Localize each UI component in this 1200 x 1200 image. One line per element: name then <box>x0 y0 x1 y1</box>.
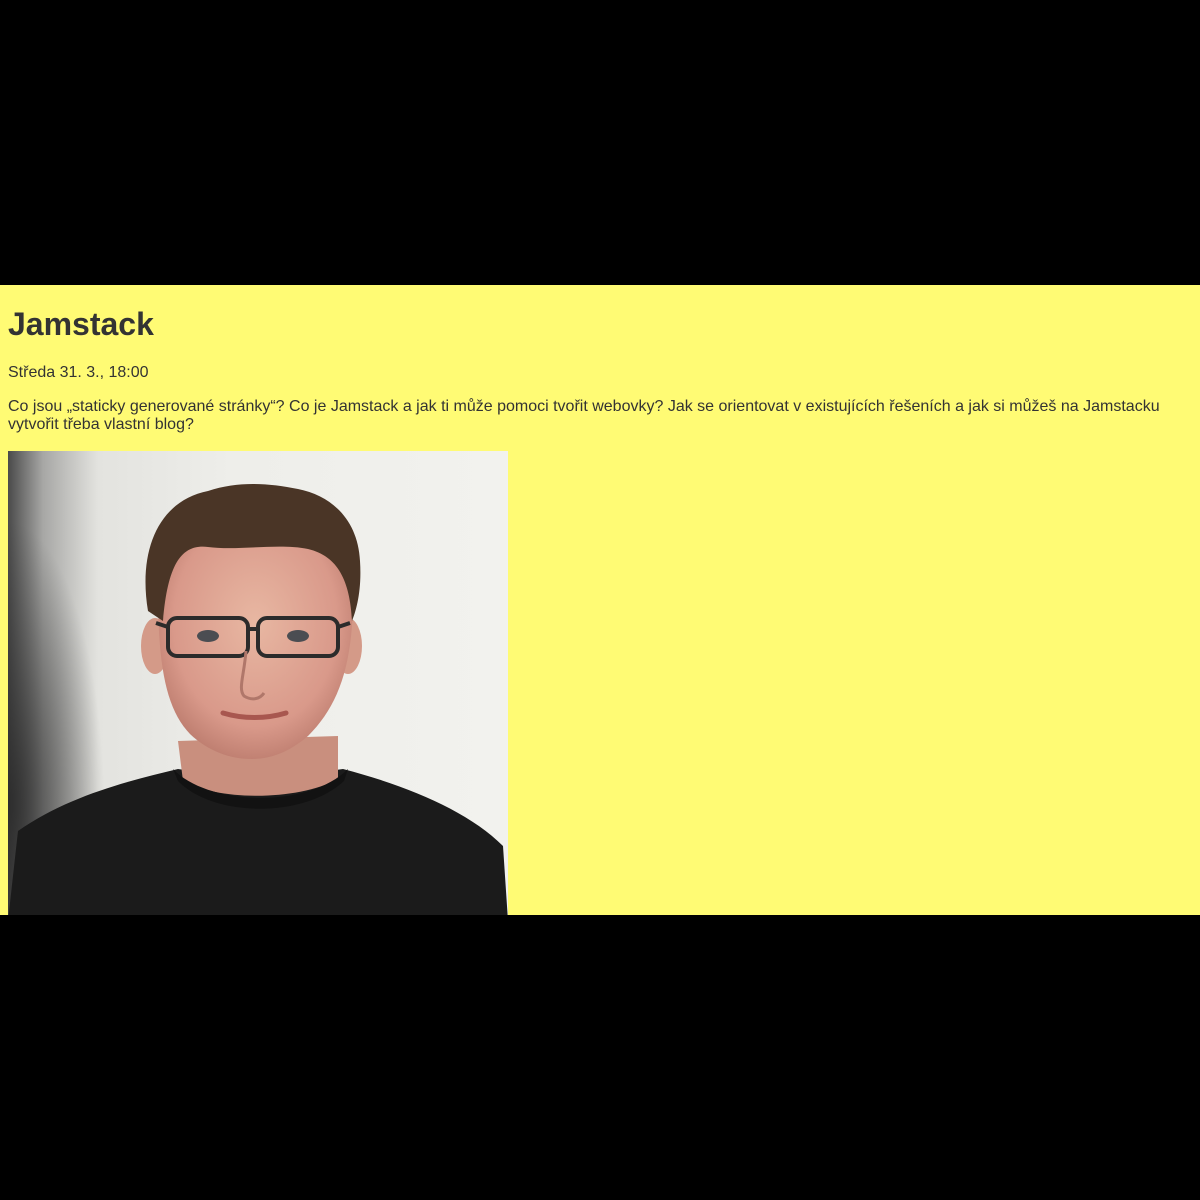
speaker-photo <box>8 451 508 915</box>
event-description: Co jsou „staticky generované stránky“? C… <box>8 398 1160 433</box>
event-date: Středa 31. 3., 18:00 <box>8 364 149 381</box>
speaker-portrait-illustration <box>8 451 508 915</box>
event-panel: Jamstack Středa 31. 3., 18:00 Co jsou „s… <box>0 285 1200 915</box>
event-title: Jamstack <box>8 306 154 342</box>
